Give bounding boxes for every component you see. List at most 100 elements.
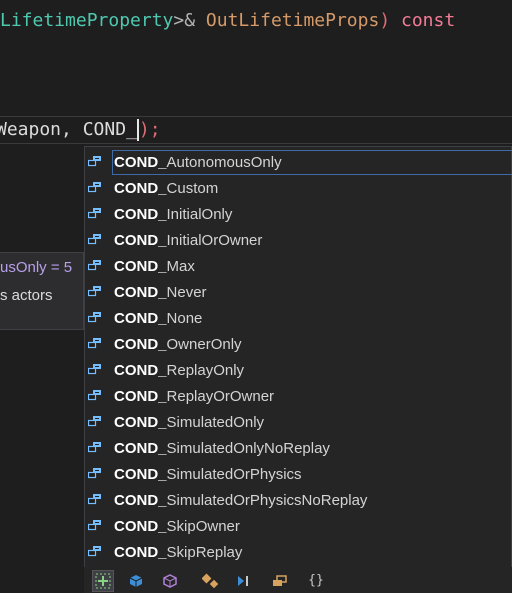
autocomplete-popup[interactable]: COND_AutonomousOnly COND_Custom COND_Initi… (84, 146, 512, 593)
completion-item[interactable]: COND_Custom (85, 175, 512, 201)
completion-item[interactable]: COND_Max (85, 253, 512, 279)
quick-info-tooltip: usOnly = 5 s actors (0, 252, 84, 330)
completion-item-label: COND_InitialOnly (114, 201, 232, 227)
enum-member-icon (88, 260, 101, 271)
completion-item-name: AutonomousOnly (166, 154, 282, 171)
completion-item-name: SkipReplay (166, 544, 243, 561)
completion-item-label: COND_SkipOwner (114, 513, 240, 539)
matched-prefix: COND_ (114, 440, 167, 457)
completion-item[interactable]: COND_Never (85, 279, 512, 305)
namespace-icon[interactable] (160, 571, 180, 591)
enum-member-icon (88, 312, 101, 323)
completion-item-label: COND_ReplayOnly (114, 357, 244, 383)
matched-prefix: COND_ (114, 180, 167, 197)
completion-item[interactable]: COND_None (85, 305, 512, 331)
completion-item[interactable]: COND_ReplayOrOwner (85, 383, 512, 409)
matched-prefix: COND_ (114, 232, 167, 249)
enum-member-icon (88, 494, 101, 505)
completion-item-name: Max (166, 258, 195, 275)
completion-item[interactable]: COND_SkipOwner (85, 513, 512, 539)
completion-item[interactable]: COND_SimulatedOnly (85, 409, 512, 435)
typed-text: COND_ (82, 119, 137, 140)
class-icon[interactable] (200, 571, 220, 591)
completion-item-name: Never (166, 284, 207, 301)
matched-prefix: COND_ (114, 466, 167, 483)
matched-prefix: COND_ (114, 206, 167, 223)
completion-item-label: COND_Max (114, 253, 195, 279)
matched-prefix: COND_ (114, 310, 167, 327)
code-line-current[interactable]: Weapon, COND_); (0, 116, 161, 144)
completion-item-label: COND_SimulatedOrPhysics (114, 461, 302, 487)
completion-item-label: COND_AutonomousOnly (114, 149, 282, 175)
paren-token: ) (379, 10, 391, 31)
expand-plus-icon[interactable] (92, 570, 114, 592)
completion-item[interactable]: COND_ReplayOnly (85, 357, 512, 383)
completion-item-name: InitialOnly (166, 206, 233, 223)
matched-prefix: COND_ (114, 154, 167, 171)
matched-prefix: COND_ (114, 544, 167, 561)
completion-item-label: COND_ReplayOrOwner (114, 383, 274, 409)
matched-prefix: COND_ (114, 362, 167, 379)
matched-prefix: COND_ (114, 336, 167, 353)
type-token: LifetimeProperty (0, 10, 174, 31)
enum-member-icon (88, 468, 101, 479)
completion-item-label: COND_InitialOrOwner (114, 227, 262, 253)
matched-prefix: COND_ (114, 258, 167, 275)
enum-member-icon (88, 416, 101, 427)
comma-token: , (61, 119, 72, 140)
completion-item[interactable]: COND_OwnerOnly (85, 331, 512, 357)
completion-item-name: InitialOrOwner (166, 232, 263, 249)
closing-paren-token: ); (138, 119, 161, 140)
completion-item-name: SimulatedOrPhysicsNoReplay (166, 492, 368, 509)
completion-item-label: COND_Custom (114, 175, 218, 201)
completion-item-name: SkipOwner (166, 518, 240, 535)
completion-item-name: None (166, 310, 203, 327)
completion-item[interactable]: COND_AutonomousOnly (85, 149, 512, 175)
completion-item[interactable]: COND_SkipReplay (85, 539, 512, 565)
enum-member-icon (88, 208, 101, 219)
completion-item-label: COND_SimulatedOnlyNoReplay (114, 435, 330, 461)
completion-item-label: COND_Never (114, 279, 207, 305)
completion-item-name: ReplayOnly (166, 362, 245, 379)
enum-member-icon (88, 234, 101, 245)
completion-item[interactable]: COND_SimulatedOrPhysicsNoReplay (85, 487, 512, 513)
completion-filter-bar: {} (84, 567, 512, 593)
cube-icon[interactable] (126, 571, 146, 591)
enum-member-icon (88, 364, 101, 375)
matched-prefix: COND_ (114, 388, 167, 405)
completion-item-name: OwnerOnly (166, 336, 242, 353)
tooltip-value-text: usOnly = 5 (0, 259, 73, 276)
param-token: OutLifetimeProps (205, 10, 380, 31)
completion-item[interactable]: COND_InitialOnly (85, 201, 512, 227)
completion-item-name: SimulatedOnlyNoReplay (166, 440, 330, 457)
braces-icon[interactable]: {} (306, 571, 326, 591)
enum-member-icon (88, 156, 101, 167)
matched-prefix: COND_ (114, 284, 167, 301)
code-line-signature[interactable]: LifetimeProperty>& OutLifetimeProps) con… (0, 7, 455, 35)
tooltip-description-text: s actors (0, 287, 53, 304)
completion-item[interactable]: COND_SimulatedOrPhysics (85, 461, 512, 487)
completion-item-label: COND_None (114, 305, 202, 331)
completion-item[interactable]: COND_SimulatedOnlyNoReplay (85, 435, 512, 461)
matched-prefix: COND_ (114, 414, 167, 431)
completion-item-label: COND_SimulatedOrPhysicsNoReplay (114, 487, 367, 513)
enum-member-icon (88, 338, 101, 349)
enum-member-icon (88, 286, 101, 297)
completion-item-label: COND_SimulatedOnly (114, 409, 264, 435)
completion-item-name: SimulatedOnly (166, 414, 265, 431)
completion-item-label: COND_OwnerOnly (114, 331, 242, 357)
enum-member-icon (88, 390, 101, 401)
completion-item-name: Custom (166, 180, 219, 197)
completion-item-name: SimulatedOrPhysics (166, 466, 302, 483)
enum-member-icon (88, 182, 101, 193)
enum-member-icon[interactable] (270, 571, 290, 591)
completion-item-label: COND_SkipReplay (114, 539, 242, 565)
completion-item-name: ReplayOrOwner (166, 388, 275, 405)
enum-member-icon (88, 520, 101, 531)
enum-member-icon (88, 442, 101, 453)
operator-token: >& (173, 10, 196, 31)
completion-item[interactable]: COND_InitialOrOwner (85, 227, 512, 253)
keyword-token: const (401, 10, 456, 31)
enum-icon[interactable] (234, 571, 254, 591)
identifier-token: Weapon (0, 119, 62, 140)
